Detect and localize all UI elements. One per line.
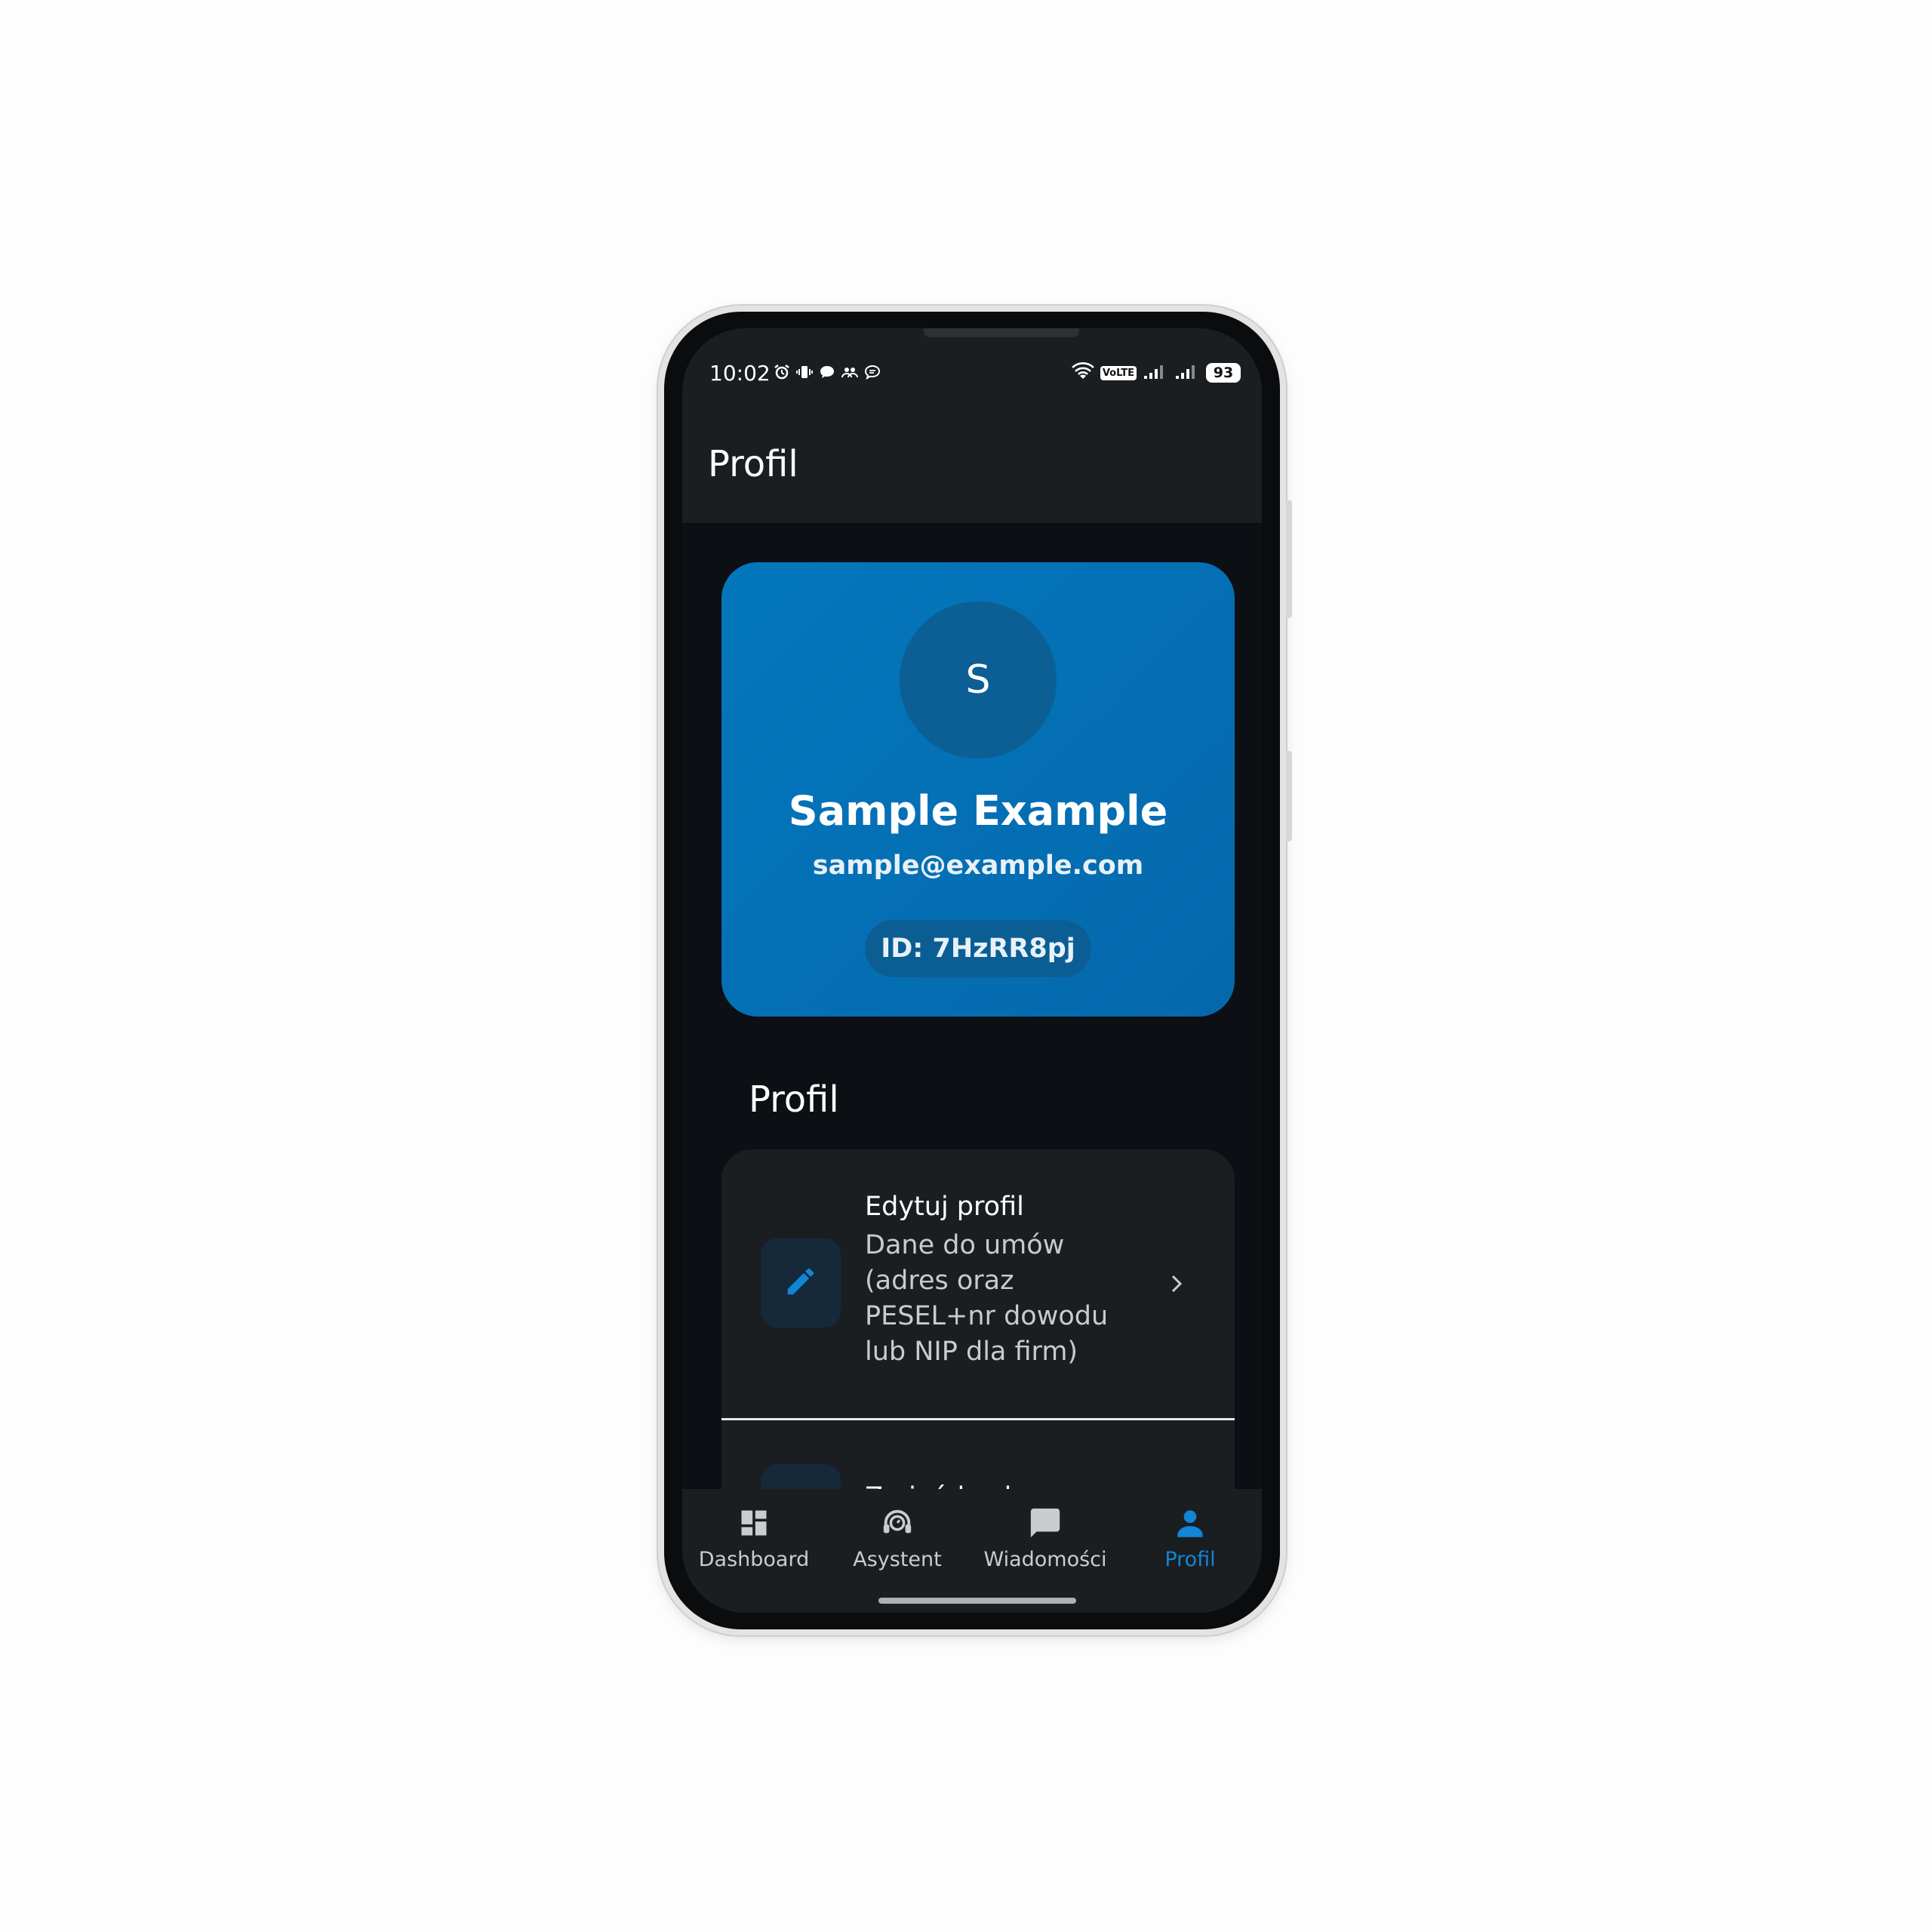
- home-indicator[interactable]: [878, 1598, 1076, 1604]
- nav-dashboard[interactable]: Dashboard: [682, 1504, 826, 1571]
- app-bar: Profil: [682, 411, 1262, 523]
- page-title: Profil: [708, 443, 798, 485]
- volte-badge: VoLTE: [1100, 365, 1137, 380]
- bottom-navigation: Dashboard Asystent Wiadomości Profil: [682, 1489, 1262, 1613]
- notification-icons: [773, 363, 881, 381]
- battery-indicator: 93: [1206, 363, 1241, 383]
- status-bar: 10:02 VoLTE 93: [682, 328, 1262, 411]
- subtitle-line: Dane do umów: [865, 1230, 1065, 1260]
- nav-label: Wiadomości: [983, 1548, 1107, 1571]
- status-time: 10:02: [709, 361, 771, 386]
- pencil-icon: [783, 1264, 818, 1302]
- user-email: sample@example.com: [812, 851, 1144, 881]
- profile-card: S Sample Example sample@example.com ID: …: [721, 562, 1235, 1017]
- subtitle-line: PESEL+nr dowodu: [865, 1301, 1109, 1331]
- user-name: Sample Example: [788, 787, 1168, 835]
- edit-icon-box: [761, 1238, 841, 1327]
- nav-label: Profil: [1164, 1548, 1216, 1571]
- alarm-icon: [773, 363, 791, 381]
- section-title: Profil: [749, 1078, 839, 1121]
- vibrate-icon: [795, 363, 814, 381]
- headset-icon: [878, 1504, 916, 1542]
- chat-outline-icon: [863, 363, 881, 381]
- nav-label: Dashboard: [698, 1548, 810, 1571]
- chat-icon: [1026, 1504, 1064, 1542]
- menu-item-edit-profile[interactable]: Edytuj profil Dane do umów (adres oraz P…: [721, 1149, 1235, 1418]
- phone-frame: 10:02 VoLTE 93 Profil S Sample Example s…: [658, 306, 1292, 1635]
- phone-bezel: 10:02 VoLTE 93 Profil S Sample Example s…: [664, 312, 1280, 1629]
- profile-content[interactable]: S Sample Example sample@example.com ID: …: [682, 523, 1262, 1489]
- profile-menu: Edytuj profil Dane do umów (adres oraz P…: [721, 1149, 1235, 1489]
- menu-item-change-password[interactable]: Zmień hasło: [721, 1420, 1235, 1489]
- wifi-icon: [1071, 362, 1094, 383]
- group-icon: [841, 363, 859, 381]
- signal-icon: [1143, 362, 1168, 383]
- person-icon: [1171, 1504, 1209, 1542]
- nav-wiadomosci[interactable]: Wiadomości: [974, 1504, 1117, 1571]
- menu-item-title: Edytuj profil: [865, 1192, 1024, 1222]
- subtitle-line: (adres oraz: [865, 1266, 1014, 1296]
- system-icons: VoLTE 93: [1071, 362, 1241, 383]
- nav-asystent[interactable]: Asystent: [826, 1504, 969, 1571]
- user-id-badge: ID: 7HzRR8pj: [865, 920, 1091, 977]
- dashboard-icon: [735, 1504, 773, 1542]
- menu-item-title: Zmień hasło: [865, 1482, 1028, 1489]
- lock-icon-box: [761, 1464, 841, 1489]
- signal-icon-2: [1174, 362, 1200, 383]
- volume-button: [1286, 751, 1292, 841]
- screen: 10:02 VoLTE 93 Profil S Sample Example s…: [682, 328, 1262, 1613]
- nav-label: Asystent: [853, 1548, 942, 1571]
- avatar: S: [900, 601, 1057, 758]
- chevron-right-icon: [1167, 1269, 1186, 1302]
- power-button: [1286, 500, 1292, 618]
- menu-item-subtitle: Dane do umów (adres oraz PESEL+nr dowodu…: [865, 1228, 1137, 1370]
- subtitle-line: lub NIP dla firm): [865, 1337, 1078, 1367]
- message-bubble-icon: [818, 363, 836, 381]
- nav-profil[interactable]: Profil: [1118, 1504, 1262, 1571]
